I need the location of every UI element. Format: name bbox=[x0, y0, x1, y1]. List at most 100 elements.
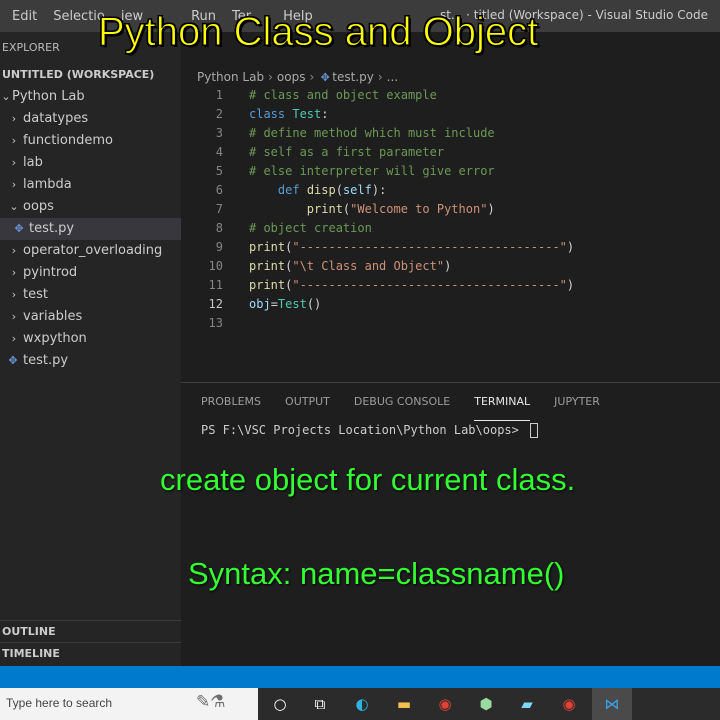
tab-terminal[interactable]: TERMINAL bbox=[474, 383, 531, 421]
tree-folder-4[interactable]: ⌄ oops bbox=[0, 196, 181, 218]
tree-file-5[interactable]: ✥ test.py bbox=[0, 218, 181, 240]
tree-folder-7[interactable]: › pyintrod bbox=[0, 262, 181, 284]
tab-problems[interactable]: PROBLEMS bbox=[201, 383, 261, 421]
code-line[interactable]: 5 # else interpreter will give error bbox=[181, 162, 720, 181]
code-text: # class and object example bbox=[249, 86, 437, 105]
panel-tabs: PROBLEMS OUTPUT DEBUG CONSOLE TERMINAL JUPYT… bbox=[181, 383, 720, 421]
code-editor[interactable]: Python Lab › oops › ✥ test.py ›... 1 # class an… bbox=[181, 32, 720, 382]
tree-item-label: operator_overloading bbox=[23, 243, 163, 258]
line-number: 10 bbox=[208, 259, 223, 273]
tree-file-11[interactable]: ✥ test.py bbox=[0, 350, 181, 372]
tree-folder-8[interactable]: › test bbox=[0, 284, 181, 306]
timeline-section[interactable]: TIMELINE bbox=[0, 642, 181, 664]
tree-item-label: wxpython bbox=[23, 331, 87, 346]
code-text: def disp(self): bbox=[249, 181, 386, 200]
tree-folder-3[interactable]: › lambda bbox=[0, 174, 181, 196]
code-line[interactable]: 7 print("Welcome to Python") bbox=[181, 200, 720, 219]
tree-folder-0[interactable]: › datatypes bbox=[0, 108, 181, 130]
chevron-right-icon: › bbox=[11, 332, 17, 345]
taskbar-search-box[interactable]: Type here to search ✎⚗ bbox=[0, 688, 258, 720]
chrome-alt-icon[interactable]: ◉ bbox=[557, 692, 581, 716]
line-number: 3 bbox=[215, 126, 223, 140]
tab-jupyter[interactable]: JUPYTER bbox=[554, 383, 600, 421]
chevron-right-icon: › bbox=[11, 134, 17, 147]
chevron-down-icon: ⌄ bbox=[1, 90, 11, 103]
code-text: print("Welcome to Python") bbox=[249, 200, 495, 219]
code-token: self bbox=[342, 183, 372, 197]
code-line[interactable]: 1 # class and object example bbox=[181, 86, 720, 105]
tree-folder-6[interactable]: › operator_overloading bbox=[0, 240, 181, 262]
code-token: Test bbox=[277, 297, 307, 311]
breadcrumb-root[interactable]: Python Lab bbox=[197, 70, 264, 84]
app-cube-icon[interactable]: ⬢ bbox=[474, 692, 498, 716]
file-explorer-icon[interactable]: ▬ bbox=[392, 692, 416, 716]
line-number: 12 bbox=[208, 297, 223, 311]
code-text: print("---------------------------------… bbox=[249, 238, 574, 257]
task-view-icon[interactable]: ⧉ bbox=[308, 692, 332, 716]
edge-browser-icon[interactable]: ◐ bbox=[350, 692, 374, 716]
code-token: obj bbox=[249, 297, 271, 311]
tree-folder-1[interactable]: › functiondemo bbox=[0, 130, 181, 152]
breadcrumb-folder[interactable]: oops bbox=[277, 70, 306, 84]
line-number: 6 bbox=[215, 183, 223, 197]
python-file-icon: ✥ bbox=[14, 222, 24, 235]
menu-edit[interactable]: Edit bbox=[6, 9, 43, 24]
tree-item-label: datatypes bbox=[23, 111, 89, 126]
tab-debug-console[interactable]: DEBUG CONSOLE bbox=[354, 383, 450, 421]
code-line[interactable]: 8 # object creation bbox=[181, 219, 720, 238]
terminal-app-icon[interactable]: ▰ bbox=[515, 692, 539, 716]
vscode-icon[interactable]: ⋈ bbox=[600, 692, 624, 716]
code-token: disp bbox=[306, 183, 336, 197]
code-line[interactable]: 4 # self as a first parameter bbox=[181, 143, 720, 162]
code-area[interactable]: 1 # class and object example 2 class Test: 3… bbox=[181, 86, 720, 333]
tree-item-label: functiondemo bbox=[23, 133, 113, 148]
cortana-circle-icon[interactable]: ○ bbox=[268, 692, 292, 716]
code-text: print("---------------------------------… bbox=[249, 276, 574, 295]
code-line[interactable]: 13 bbox=[181, 314, 720, 333]
chevron-right-icon: › bbox=[268, 70, 273, 84]
code-token: print bbox=[249, 240, 286, 254]
code-token: ): bbox=[371, 183, 387, 197]
outline-section[interactable]: OUTLINE bbox=[0, 620, 181, 642]
chevron-right-icon: › bbox=[11, 310, 17, 323]
code-token: = bbox=[270, 297, 278, 311]
breadcrumb-tail[interactable]: ... bbox=[387, 70, 398, 84]
code-text: # else interpreter will give error bbox=[249, 162, 495, 181]
code-line[interactable]: 3 # define method which must include bbox=[181, 124, 720, 143]
windows-taskbar: Type here to search ✎⚗ ○ ⧉ ◐ ▬ ◉ ⬢ ▰ ◉ ⋈ bbox=[0, 688, 720, 720]
tab-output[interactable]: OUTPUT bbox=[285, 383, 330, 421]
line-number: 9 bbox=[215, 240, 223, 254]
chevron-right-icon: › bbox=[11, 288, 17, 301]
tree-folder-10[interactable]: › wxpython bbox=[0, 328, 181, 350]
python-file-icon: ✥ bbox=[8, 354, 18, 367]
tree-root-folder[interactable]: ⌄Python Lab bbox=[0, 86, 181, 108]
status-bar bbox=[0, 666, 720, 688]
code-text: obj=Test() bbox=[249, 295, 321, 314]
tree-folder-9[interactable]: › variables bbox=[0, 306, 181, 328]
code-line[interactable]: 9 print("--------------------------------… bbox=[181, 238, 720, 257]
code-line[interactable]: 12 obj=Test() bbox=[181, 295, 720, 314]
chevron-right-icon: › bbox=[309, 70, 315, 84]
code-token: ( bbox=[335, 183, 343, 197]
code-line[interactable]: 2 class Test: bbox=[181, 105, 720, 124]
tree-item-label: test.py bbox=[29, 221, 75, 236]
code-line[interactable]: 11 print("-------------------------------… bbox=[181, 276, 720, 295]
terminal-cursor bbox=[530, 423, 539, 438]
screen: Edit Selectio iew Run Ter Help st... · t… bbox=[0, 0, 720, 720]
line-number: 5 bbox=[215, 164, 223, 178]
code-line[interactable]: 10 print("\t Class and Object") bbox=[181, 257, 720, 276]
terminal-output[interactable]: PS F:\VSC Projects Location\Python Lab\o… bbox=[201, 423, 539, 438]
video-title-overlay: Python Class and Object bbox=[97, 10, 539, 55]
line-number: 7 bbox=[215, 202, 223, 216]
chevron-right-icon: › bbox=[377, 70, 383, 84]
workspace-header[interactable]: UNTITLED (WORKSPACE) bbox=[0, 64, 181, 86]
tree-folder-2[interactable]: › lab bbox=[0, 152, 181, 174]
tree-item-label: lambda bbox=[23, 177, 72, 192]
chrome-icon[interactable]: ◉ bbox=[433, 692, 457, 716]
code-token: "Welcome to Python" bbox=[350, 202, 488, 216]
caption-line-2: Syntax: name=classname() bbox=[188, 556, 565, 591]
code-line[interactable]: 6 def disp(self): bbox=[181, 181, 720, 200]
chevron-right-icon: › bbox=[11, 178, 17, 191]
code-token: Test bbox=[292, 107, 322, 121]
breadcrumb-file[interactable]: test.py bbox=[332, 70, 374, 84]
